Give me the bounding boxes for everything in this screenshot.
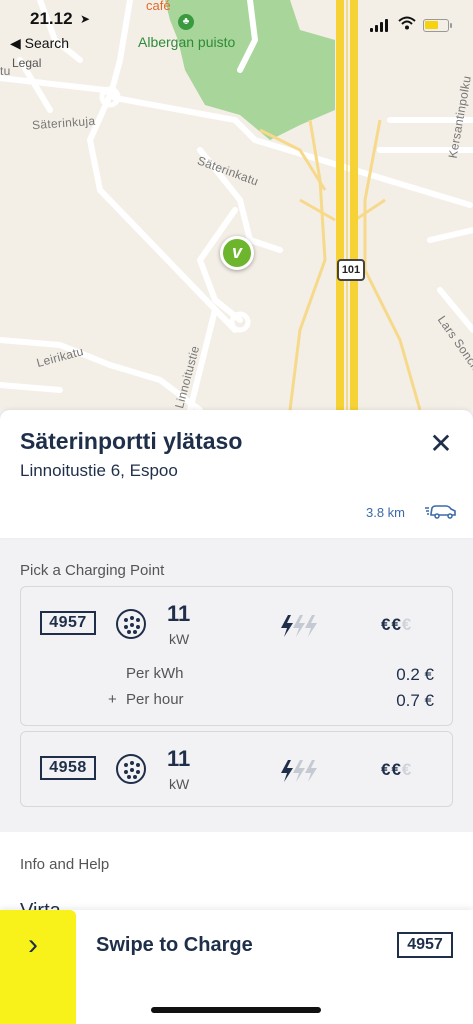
chevron-right-icon: › [28,928,38,961]
price-level: €€€ [381,760,413,779]
charging-point-card[interactable]: 4957 11 kW €€€ Per kWh 0.2 € + Per hour … [20,586,453,726]
charging-point-id: 4957 [40,611,96,635]
power-value: 11 [167,601,191,626]
car-icon [425,505,456,519]
price-prefix: + [108,691,117,708]
charging-point-card[interactable]: 4958 11 kW €€€ [20,731,453,807]
price-level: €€€ [381,615,413,634]
battery-icon [423,19,452,32]
charging-point-id: 4958 [40,756,96,780]
station-sheet: Säterinportti ylätaso Linnoitustie 6, Es… [0,410,473,1024]
price-label: Per hour [126,691,184,708]
type2-plug-icon [116,754,146,784]
price-value: 0.7 € [396,691,434,710]
selected-charging-point-id: 4957 [397,932,453,958]
charging-speed-icon [281,615,317,637]
station-title: Säterinportti ylätaso [20,428,243,454]
power-unit: kW [169,631,190,647]
station-header: Säterinportti ylätaso Linnoitustie 6, Es… [0,410,473,538]
pick-charging-point-label: Pick a Charging Point [20,562,165,579]
cellular-signal-icon [370,18,390,32]
status-bar: 21.12 ➤ ◀ Search [0,0,473,56]
charging-speed-icon [281,760,317,782]
legal-link[interactable]: Legal [12,56,41,70]
info-help-label: Info and Help [20,856,110,873]
swipe-label: Swipe to Charge [96,934,253,956]
street-label: tu [0,64,11,78]
wifi-icon [398,16,416,33]
highway-shield: 101 [337,259,365,281]
clock: 21.12 [30,9,73,28]
station-address: Linnoitustie 6, Espoo [20,461,178,480]
power-unit: kW [169,776,190,792]
map[interactable]: café ♣ Albergan puisto Legal Säterinkuja… [0,0,473,410]
close-button[interactable]: ✕ [426,430,456,460]
price-label: Per kWh [126,665,184,682]
power-value: 11 [167,746,191,771]
distance-text: 3.8 km [366,505,406,520]
swipe-to-charge-bar: › Swipe to Charge 4957 [0,910,473,1024]
home-indicator[interactable] [151,1007,321,1013]
swipe-handle[interactable]: › [0,910,76,1024]
station-pin-icon[interactable]: v [220,236,254,270]
price-value: 0.2 € [396,665,434,684]
type2-plug-icon [116,609,146,639]
back-to-search-link[interactable]: ◀ Search [10,35,69,52]
location-arrow-icon: ➤ [80,12,91,26]
